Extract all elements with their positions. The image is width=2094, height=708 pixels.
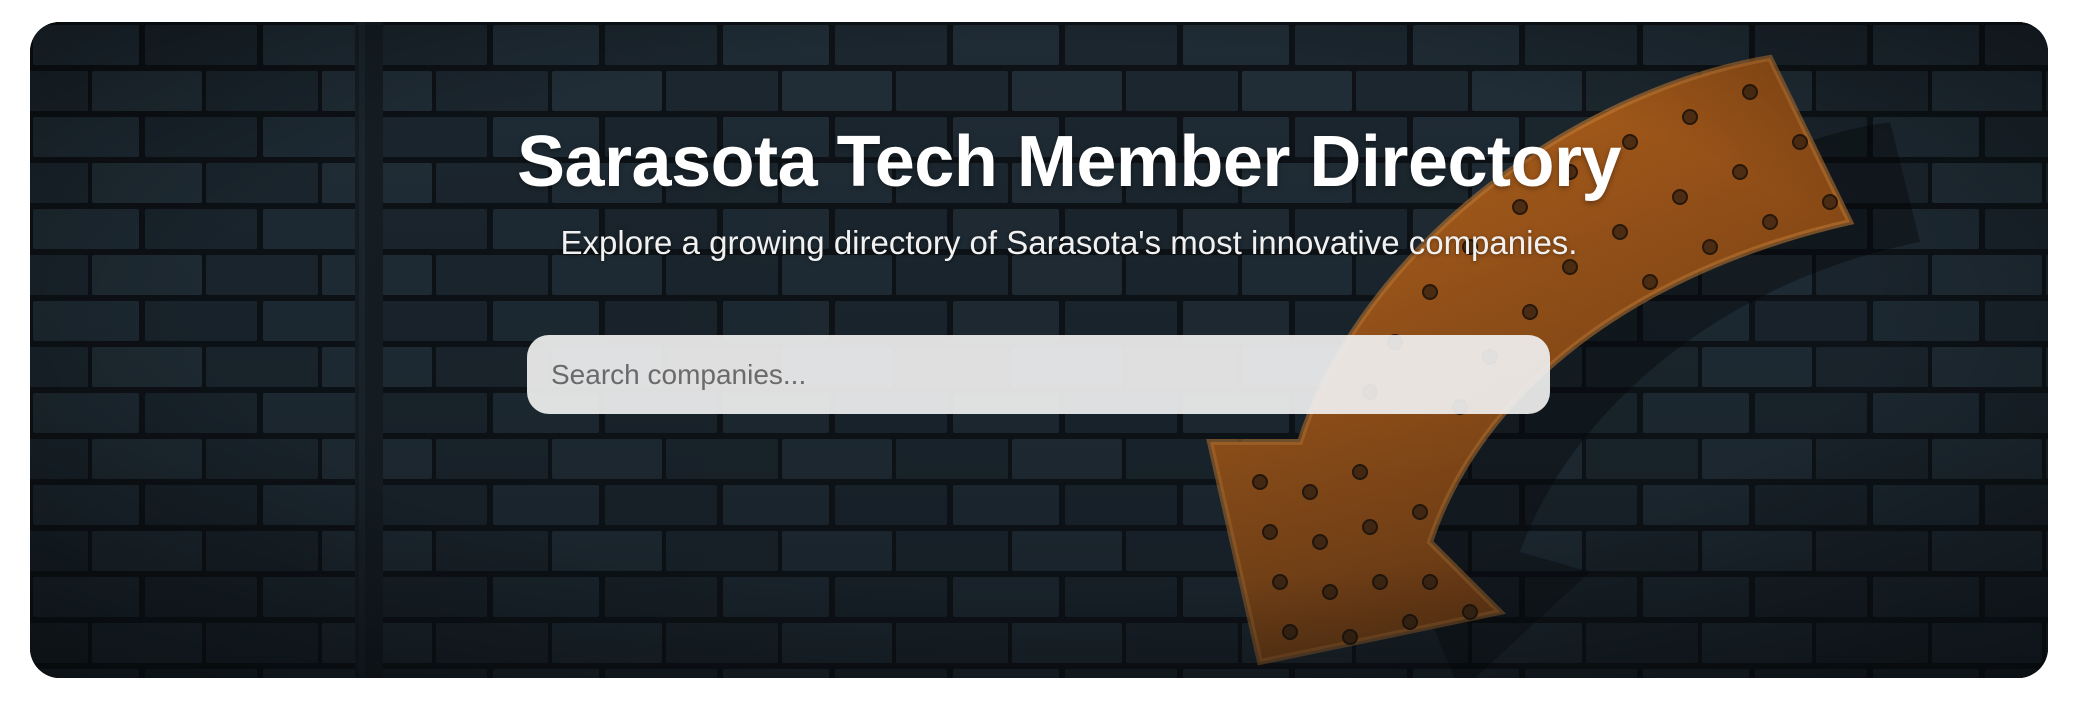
search-input[interactable]	[527, 335, 1550, 414]
search-bar	[527, 335, 1550, 414]
hero-content: Sarasota Tech Member Directory Explore a…	[30, 22, 2048, 678]
page-subtitle: Explore a growing directory of Sarasota'…	[560, 224, 1578, 261]
page-title: Sarasota Tech Member Directory	[516, 122, 1622, 202]
hero-banner: Sarasota Tech Member Directory Explore a…	[30, 22, 2048, 678]
page: Sarasota Tech Member Directory Explore a…	[0, 0, 2094, 708]
